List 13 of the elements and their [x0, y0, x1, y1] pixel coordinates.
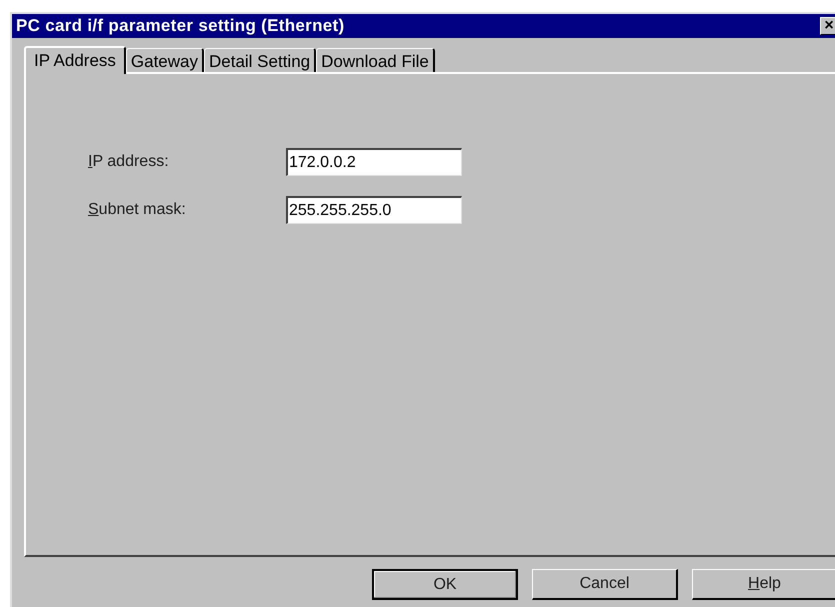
close-button[interactable]: ×	[820, 17, 835, 35]
window-title: PC card i/f parameter setting (Ethernet)	[16, 15, 344, 38]
tab[interactable]: Download File	[316, 48, 435, 72]
input-field[interactable]: 255.255.255.0	[286, 196, 462, 224]
input-field[interactable]: 172.0.0.2	[286, 148, 462, 176]
tab[interactable]: Gateway	[126, 48, 204, 72]
field-label: Subnet mask:	[87, 200, 187, 220]
tab[interactable]: IP Address	[24, 46, 126, 74]
tab[interactable]: Detail Setting	[204, 48, 316, 72]
dialog-button[interactable]: Help	[692, 569, 835, 600]
dialog-button[interactable]: OK	[372, 569, 518, 600]
field-label: IP address:	[87, 152, 170, 172]
dialog-button[interactable]: Cancel	[532, 569, 678, 600]
